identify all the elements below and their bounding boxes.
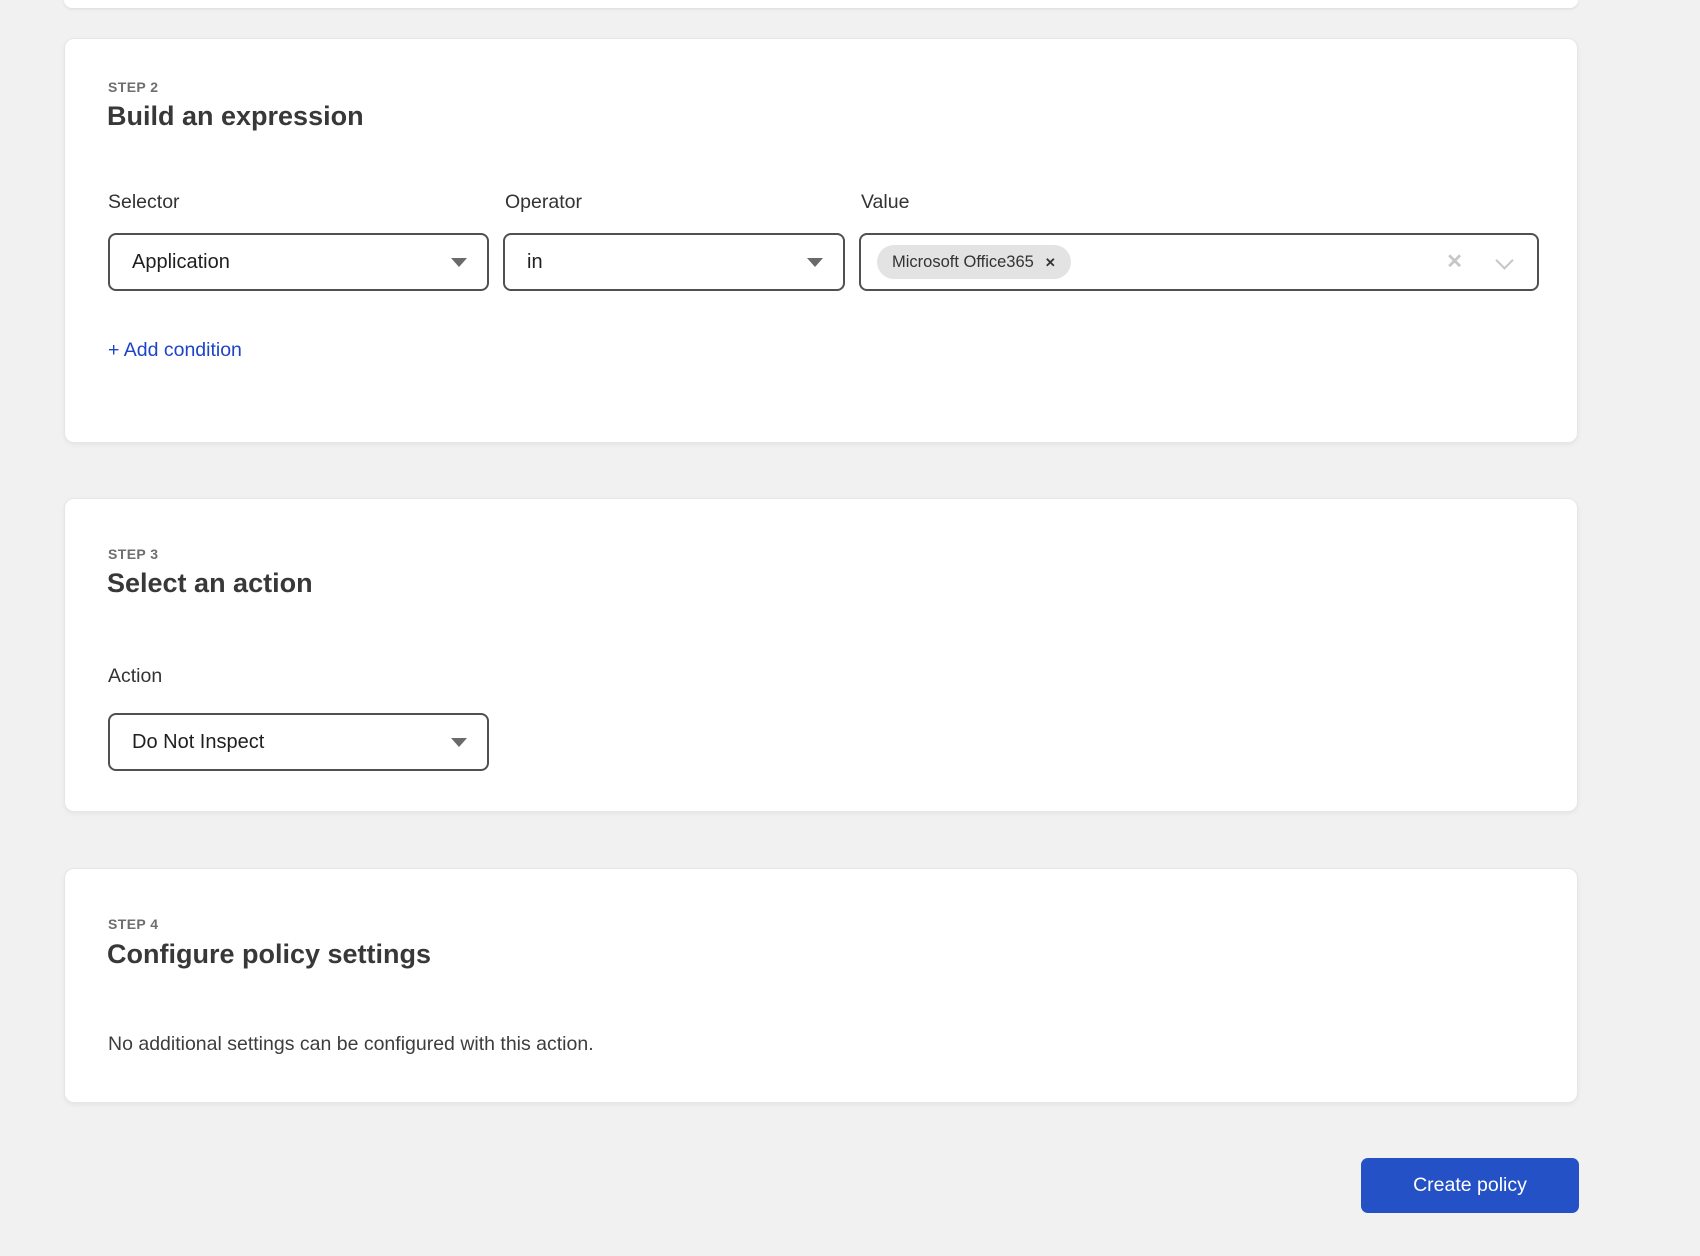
- step3-label: STEP 3: [108, 546, 158, 562]
- operator-dropdown[interactable]: in: [503, 233, 845, 291]
- add-condition-link[interactable]: + Add condition: [108, 339, 242, 362]
- step4-card: STEP 4 Configure policy settings No addi…: [64, 868, 1578, 1103]
- step4-note: No additional settings can be configured…: [108, 1033, 594, 1056]
- value-tag-text: Microsoft Office365: [892, 253, 1034, 272]
- step3-title: Select an action: [107, 568, 313, 599]
- clear-value-icon[interactable]: ✕: [1446, 252, 1463, 272]
- chevron-down-icon: [451, 258, 467, 267]
- step2-card: STEP 2 Build an expression Selector Oper…: [64, 38, 1578, 443]
- operator-dropdown-value: in: [527, 251, 543, 274]
- step4-title: Configure policy settings: [107, 939, 431, 970]
- chevron-down-icon: [451, 738, 467, 747]
- action-dropdown[interactable]: Do Not Inspect: [108, 713, 489, 771]
- value-multiselect[interactable]: Microsoft Office365 ✕ ✕: [859, 233, 1539, 291]
- previous-card-bottom-edge: [64, 0, 1578, 8]
- action-dropdown-value: Do Not Inspect: [132, 731, 264, 754]
- selector-dropdown[interactable]: Application: [108, 233, 489, 291]
- tag-remove-icon[interactable]: ✕: [1045, 256, 1056, 269]
- value-tag: Microsoft Office365 ✕: [877, 245, 1071, 279]
- selector-dropdown-value: Application: [132, 251, 230, 274]
- chevron-down-icon[interactable]: [1495, 252, 1515, 272]
- value-field-icons: ✕: [1446, 252, 1515, 272]
- step4-label: STEP 4: [108, 916, 158, 932]
- selector-label: Selector: [108, 191, 180, 214]
- chevron-down-icon: [807, 258, 823, 267]
- step3-card: STEP 3 Select an action Action Do Not In…: [64, 498, 1578, 812]
- step2-title: Build an expression: [107, 101, 364, 132]
- create-policy-button[interactable]: Create policy: [1361, 1158, 1579, 1213]
- value-label: Value: [861, 191, 909, 214]
- step2-label: STEP 2: [108, 79, 158, 95]
- operator-label: Operator: [505, 191, 582, 214]
- action-label: Action: [108, 665, 162, 688]
